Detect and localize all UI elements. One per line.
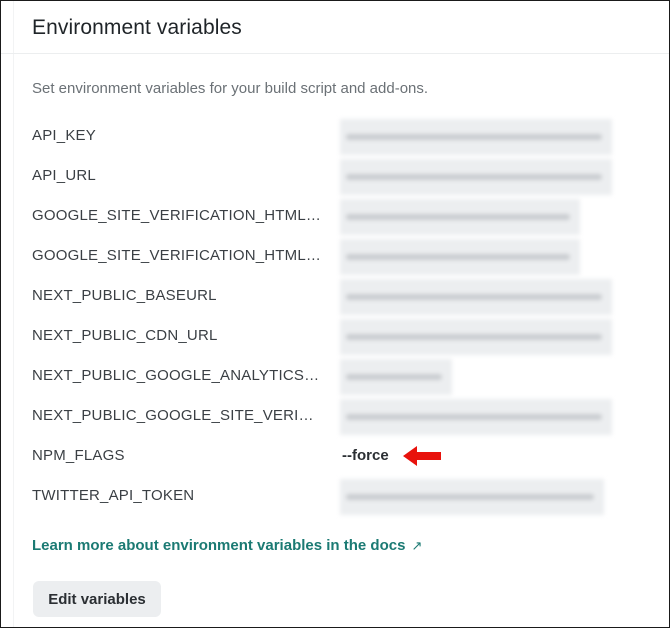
variable-key: NEXT_PUBLIC_GOOGLE_SITE_VERIFICA... — [32, 407, 322, 424]
variable-value-masked — [340, 239, 580, 275]
variable-row: NEXT_PUBLIC_BASEURL — [1, 277, 669, 317]
panel-header: Environment variables — [1, 1, 669, 54]
variable-row: API_URL — [1, 157, 669, 197]
variable-value-masked — [340, 359, 452, 395]
variable-value-masked — [340, 479, 604, 515]
variable-key: API_KEY — [32, 127, 96, 144]
variable-key: GOOGLE_SITE_VERIFICATION_HTML_FI... — [32, 247, 322, 264]
docs-link[interactable]: Learn more about environment variables i… — [32, 537, 422, 554]
variable-row: NPM_FLAGS --force — [1, 437, 669, 477]
variable-row: NEXT_PUBLIC_GOOGLE_ANALYTICS_ID — [1, 357, 669, 397]
variable-row: TWITTER_API_TOKEN — [1, 477, 669, 517]
variable-key: API_URL — [32, 167, 96, 184]
variable-row: GOOGLE_SITE_VERIFICATION_HTML_C... — [1, 197, 669, 237]
variable-value-masked — [340, 279, 612, 315]
environment-variables-panel: Environment variables Set environment va… — [0, 0, 670, 628]
variable-value-masked — [340, 119, 612, 155]
variable-value-masked — [340, 319, 612, 355]
edit-variables-button[interactable]: Edit variables — [33, 581, 161, 617]
variable-value-masked — [340, 399, 612, 435]
red-arrow-left-icon — [403, 446, 441, 466]
external-link-icon: ↗ — [411, 538, 423, 553]
variable-key: GOOGLE_SITE_VERIFICATION_HTML_C... — [32, 207, 322, 224]
variable-value-masked — [340, 199, 580, 235]
variable-key: NEXT_PUBLIC_BASEURL — [32, 287, 217, 304]
variable-key: TWITTER_API_TOKEN — [32, 487, 195, 504]
variable-value: --force — [342, 447, 389, 464]
variable-key: NEXT_PUBLIC_GOOGLE_ANALYTICS_ID — [32, 367, 322, 384]
variable-row: NEXT_PUBLIC_GOOGLE_SITE_VERIFICA... — [1, 397, 669, 437]
variable-key: NPM_FLAGS — [32, 447, 125, 464]
variable-key: NEXT_PUBLIC_CDN_URL — [32, 327, 218, 344]
variable-row: NEXT_PUBLIC_CDN_URL — [1, 317, 669, 357]
variable-row: GOOGLE_SITE_VERIFICATION_HTML_FI... — [1, 237, 669, 277]
page-title: Environment variables — [32, 16, 242, 39]
docs-link-label: Learn more about environment variables i… — [32, 537, 406, 554]
section-description: Set environment variables for your build… — [32, 80, 429, 97]
variable-row: API_KEY — [1, 117, 669, 157]
variable-value-masked — [340, 159, 612, 195]
